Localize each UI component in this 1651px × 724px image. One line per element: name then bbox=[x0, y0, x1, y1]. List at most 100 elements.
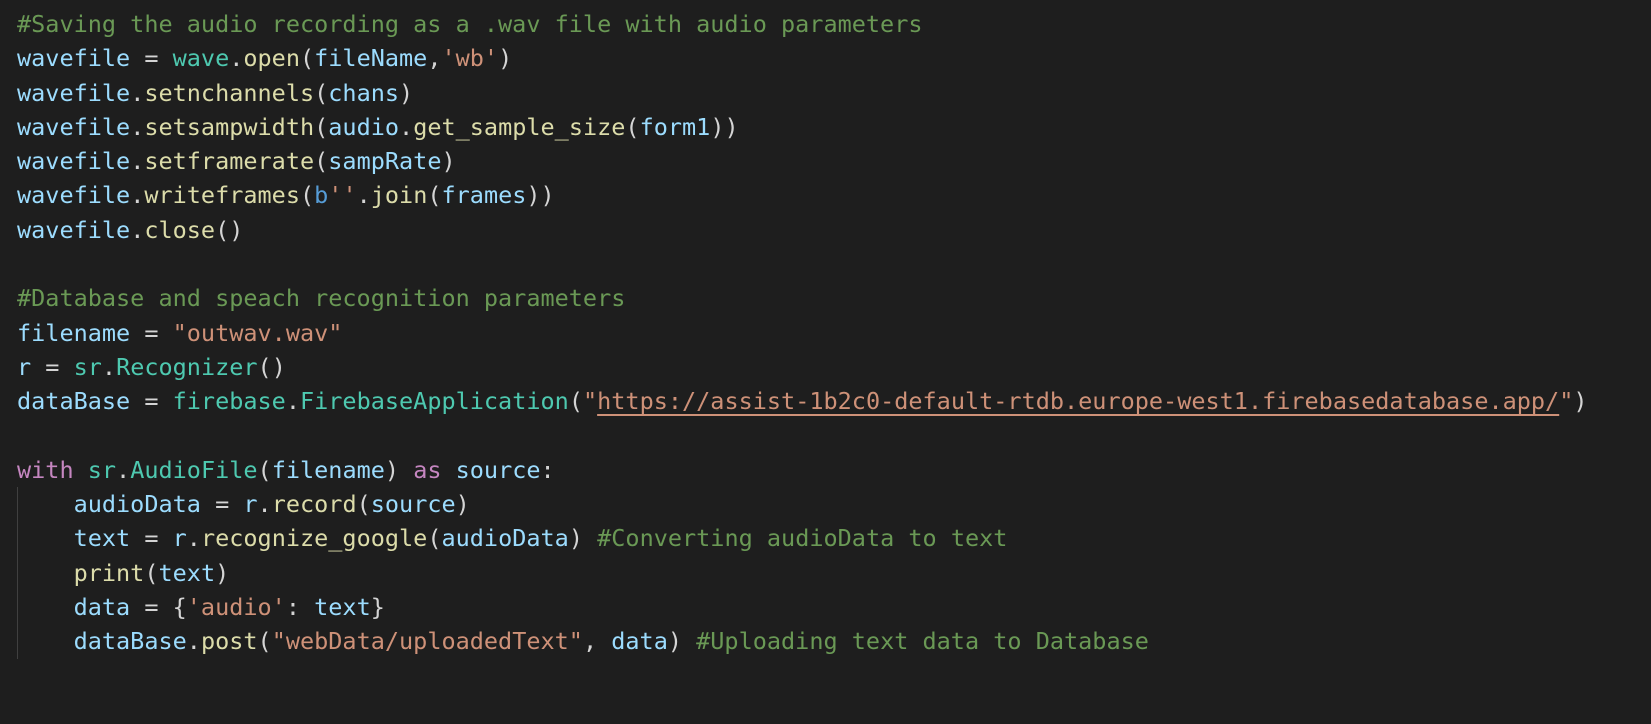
code-token: . bbox=[229, 44, 244, 73]
code-line[interactable] bbox=[17, 247, 1588, 281]
code-token: "outwav.wav" bbox=[172, 318, 343, 347]
code-token: r bbox=[243, 490, 258, 519]
code-token: data bbox=[611, 627, 668, 656]
code-line[interactable]: wavefile.setnchannels(chans) bbox=[17, 76, 1588, 110]
code-line[interactable]: wavefile = wave.open(fileName,'wb') bbox=[17, 41, 1588, 75]
code-token: audioData bbox=[441, 524, 569, 553]
code-token: source bbox=[455, 455, 541, 484]
code-token: : bbox=[285, 593, 315, 622]
code-token: '' bbox=[328, 181, 357, 210]
code-token: ( bbox=[299, 44, 315, 73]
indent-guide bbox=[17, 590, 18, 625]
code-token: 'audio' bbox=[186, 593, 286, 622]
code-line[interactable]: filename = "outwav.wav" bbox=[17, 316, 1588, 350]
code-token: ( bbox=[314, 112, 329, 141]
code-line[interactable]: r = sr.Recognizer() bbox=[17, 350, 1588, 384]
code-token: ) bbox=[498, 44, 513, 73]
code-token: . bbox=[285, 387, 300, 416]
code-token: )) bbox=[526, 181, 555, 210]
code-token: = bbox=[130, 387, 173, 416]
code-token: . bbox=[116, 455, 131, 484]
code-token: r bbox=[17, 352, 32, 381]
code-token: "webData/uploadedText" bbox=[271, 627, 583, 656]
code-token: . bbox=[399, 112, 414, 141]
code-token: b bbox=[314, 181, 329, 210]
code-token: close bbox=[144, 215, 216, 244]
code-token: = bbox=[31, 352, 74, 381]
code-token: ( bbox=[356, 490, 371, 519]
code-token: ( bbox=[568, 387, 583, 416]
code-token: r bbox=[172, 524, 187, 553]
code-token: = { bbox=[130, 593, 187, 622]
code-token: join bbox=[370, 181, 428, 210]
code-line[interactable]: #Database and speach recognition paramet… bbox=[17, 281, 1588, 315]
code-token: dataBase bbox=[73, 627, 187, 656]
code-token: setframerate bbox=[144, 147, 315, 176]
code-token: ( bbox=[314, 78, 329, 107]
code-token: text bbox=[73, 524, 131, 553]
code-token: open bbox=[243, 44, 300, 73]
code-line[interactable]: #Saving the audio recording as a .wav fi… bbox=[17, 7, 1588, 41]
code-line[interactable]: with sr.AudioFile(filename) as source: bbox=[17, 453, 1588, 487]
code-token: audio bbox=[328, 112, 400, 141]
code-token: writeframes bbox=[144, 181, 300, 210]
code-token: ) bbox=[1573, 387, 1588, 416]
code-token: Recognizer bbox=[116, 352, 258, 381]
code-token: ) bbox=[441, 147, 456, 176]
code-token: = bbox=[200, 490, 244, 519]
code-line[interactable]: wavefile.setframerate(sampRate) bbox=[17, 144, 1588, 178]
code-token: . bbox=[130, 181, 145, 210]
code-line[interactable]: wavefile.writeframes(b''.join(frames)) bbox=[17, 178, 1588, 212]
code-token: ) bbox=[215, 558, 230, 587]
code-token: #Saving the audio recording as a .wav fi… bbox=[17, 10, 923, 38]
code-line[interactable]: text = r.recognize_google(audioData) #Co… bbox=[17, 521, 1588, 556]
code-token: firebase bbox=[172, 387, 286, 416]
code-token: FirebaseApplication bbox=[299, 387, 569, 416]
code-token: filename bbox=[271, 455, 385, 484]
code-line[interactable]: wavefile.close() bbox=[17, 213, 1588, 247]
code-token: as bbox=[413, 455, 442, 484]
code-line[interactable]: dataBase.post("webData/uploadedText", da… bbox=[17, 624, 1588, 659]
code-token: wavefile bbox=[17, 147, 131, 176]
code-line[interactable]: print(text) bbox=[17, 555, 1588, 591]
code-url-link[interactable]: https://assist-1b2c0-default-rtdb.europe… bbox=[597, 387, 1559, 415]
code-token: ( bbox=[427, 181, 442, 210]
code-token: #Database and speach recognition paramet… bbox=[17, 284, 626, 313]
code-token: wavefile bbox=[17, 78, 131, 107]
code-token: setsampwidth bbox=[144, 112, 315, 141]
code-token: sr bbox=[73, 352, 102, 381]
code-line[interactable]: dataBase = firebase.FirebaseApplication(… bbox=[17, 384, 1588, 418]
code-token: . bbox=[130, 215, 145, 244]
code-token: ( bbox=[625, 112, 640, 141]
code-line[interactable]: data = {'audio': text} bbox=[17, 590, 1588, 625]
code-token: = bbox=[130, 318, 173, 347]
code-line[interactable]: audioData = r.record(source) bbox=[17, 487, 1588, 522]
code-token: () bbox=[215, 215, 244, 244]
code-token: wavefile bbox=[17, 44, 131, 73]
code-token: ( bbox=[257, 627, 272, 656]
code-token: . bbox=[186, 627, 201, 656]
code-token: ( bbox=[299, 181, 315, 210]
code-token: 'wb' bbox=[441, 44, 499, 73]
code-token: = bbox=[130, 524, 173, 553]
code-token: post bbox=[200, 627, 258, 656]
code-token: ) bbox=[384, 455, 414, 484]
code-token: . bbox=[130, 147, 145, 176]
code-line[interactable] bbox=[17, 419, 1588, 453]
indent-guide bbox=[17, 487, 18, 522]
code-token: . bbox=[101, 352, 117, 381]
code-token: chans bbox=[328, 78, 400, 107]
code-token: sampRate bbox=[328, 147, 442, 176]
indent-guide bbox=[17, 555, 18, 591]
code-line[interactable]: wavefile.setsampwidth(audio.get_sample_s… bbox=[17, 110, 1588, 144]
code-editor[interactable]: #Saving the audio recording as a .wav fi… bbox=[17, 7, 1588, 659]
code-token: source bbox=[370, 490, 456, 519]
code-token: , bbox=[427, 44, 442, 73]
code-token: AudioFile bbox=[130, 455, 258, 484]
code-token: ) bbox=[667, 627, 697, 656]
code-token: wavefile bbox=[17, 215, 131, 244]
code-token: ( bbox=[314, 147, 329, 176]
indent-guide bbox=[17, 521, 18, 556]
